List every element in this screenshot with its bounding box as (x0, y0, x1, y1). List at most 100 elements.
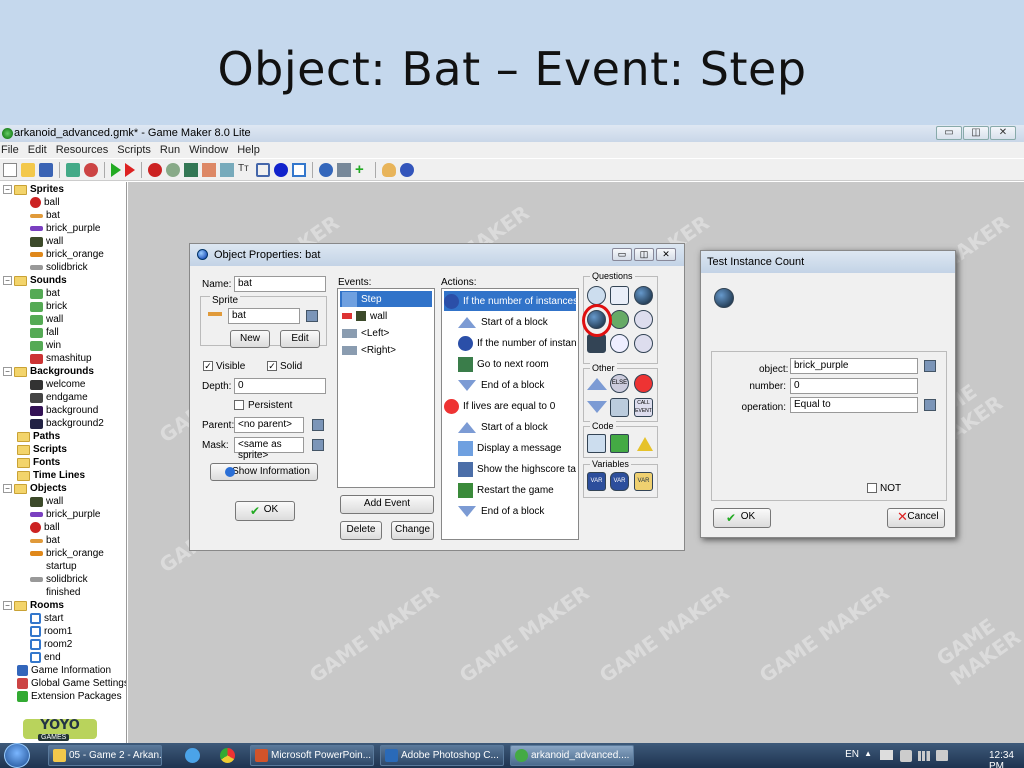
volume-icon[interactable] (936, 750, 948, 761)
maximize-button[interactable]: ◫ (963, 126, 989, 140)
keyboard-icon[interactable] (880, 750, 893, 760)
tree-item[interactable]: solidbrick (30, 573, 88, 586)
cancel-button[interactable]: ✕ Cancel (887, 508, 945, 528)
sprite-menu-icon[interactable] (306, 310, 318, 322)
tree-folder-fonts[interactable]: Fonts (17, 456, 60, 469)
tree-item[interactable]: brick_purple (30, 508, 100, 521)
close-button[interactable]: ✕ (656, 248, 676, 261)
add-object-icon[interactable] (274, 162, 288, 177)
tree-folder-sounds[interactable]: − Sounds (3, 274, 67, 287)
task-game-maker[interactable]: arkanoid_advanced.... (510, 745, 634, 766)
add-script-icon[interactable] (220, 162, 234, 177)
sprite-select[interactable]: bat (228, 308, 300, 324)
menu-window[interactable]: Window (189, 142, 228, 158)
collapse-icon[interactable]: − (3, 484, 12, 493)
else-icon[interactable]: ELSE (610, 374, 629, 393)
edit-sprite-button[interactable]: Edit (280, 330, 320, 348)
menu-scripts[interactable]: Scripts (117, 142, 151, 158)
tree-item[interactable]: bat (30, 287, 60, 300)
check-mouse-icon[interactable] (610, 334, 629, 353)
end-block-icon[interactable] (587, 401, 607, 413)
publish-icon[interactable] (84, 162, 98, 177)
collapse-icon[interactable]: − (3, 367, 12, 376)
check-collision-icon[interactable] (610, 286, 629, 305)
action-row[interactable]: Show the highscore table (444, 459, 576, 479)
tree-item[interactable]: bat (30, 209, 60, 222)
help-icon[interactable] (400, 162, 414, 177)
event-key-right[interactable]: <Right> (340, 342, 432, 358)
show-hidden-icons-icon[interactable]: ▲ (864, 749, 872, 758)
minimize-button[interactable]: ▭ (936, 126, 962, 140)
tree-item[interactable]: start (30, 612, 63, 625)
event-key-left[interactable]: <Left> (340, 325, 432, 341)
tree-item[interactable]: wall (30, 313, 63, 326)
execute-script-icon[interactable] (610, 434, 629, 453)
action-row[interactable]: Go to next room (444, 354, 576, 374)
run-icon[interactable] (111, 162, 121, 177)
tree-folder-rooms[interactable]: − Rooms (3, 599, 64, 612)
mask-menu-icon[interactable] (312, 439, 324, 451)
add-room-icon[interactable] (292, 162, 306, 177)
warning-icon[interactable] (637, 437, 653, 451)
depth-input[interactable]: 0 (234, 378, 326, 394)
number-input[interactable]: 0 (790, 378, 918, 394)
add-event-button[interactable]: Add Event (340, 495, 434, 514)
draw-variable-icon[interactable]: VAR (634, 472, 653, 491)
add-sprite-icon[interactable] (148, 162, 162, 177)
menu-help[interactable]: Help (237, 142, 260, 158)
check-object-icon[interactable] (634, 286, 653, 305)
delete-event-button[interactable]: Delete (340, 521, 382, 540)
maximize-button[interactable]: ◫ (634, 248, 654, 261)
add-path-icon[interactable] (202, 162, 216, 177)
network-icon[interactable] (918, 751, 930, 761)
tree-item[interactable]: bat (30, 534, 60, 547)
add-font-icon[interactable]: Tт (238, 163, 252, 177)
tree-item[interactable]: ball (30, 196, 60, 209)
debug-run-icon[interactable] (125, 162, 135, 177)
tree-item[interactable]: welcome (30, 378, 85, 391)
new-sprite-button[interactable]: New (230, 330, 270, 348)
menu-resources[interactable]: Resources (56, 142, 109, 158)
action-row[interactable]: Restart the game (444, 480, 576, 500)
tree-item[interactable]: smashitup (30, 352, 92, 365)
tree-folder-paths[interactable]: Paths (17, 430, 60, 443)
tree-item[interactable]: wall (30, 235, 63, 248)
ok-button[interactable]: ✔ OK (713, 508, 771, 528)
clock[interactable]: 12:34 PM (989, 750, 1014, 768)
global-settings-icon[interactable] (337, 162, 351, 177)
action-row[interactable]: Display a message (444, 438, 576, 458)
call-event-icon[interactable]: CALL EVENT (634, 398, 653, 417)
check-grid-icon[interactable] (634, 334, 653, 353)
tree-item[interactable]: background (30, 404, 98, 417)
object-menu-icon[interactable] (924, 360, 936, 372)
change-event-button[interactable]: Change (391, 521, 434, 540)
language-indicator[interactable]: EN (845, 749, 859, 760)
visible-checkbox[interactable]: ✓ (203, 361, 213, 371)
tree-folder-objects[interactable]: − Objects (3, 482, 67, 495)
show-information-button[interactable]: Show Information (210, 463, 318, 481)
tree-item[interactable]: finished (46, 586, 80, 599)
action-row[interactable]: End of a block (444, 501, 576, 521)
tree-item[interactable]: room1 (30, 625, 72, 638)
check-empty-icon[interactable] (587, 286, 606, 305)
tree-item[interactable]: endgame (30, 391, 88, 404)
tree-item[interactable]: brick (30, 300, 67, 313)
operation-select[interactable]: Equal to (790, 397, 918, 413)
device-icon[interactable] (900, 750, 912, 762)
action-row[interactable]: Start of a block (444, 417, 576, 437)
repeat-icon[interactable] (610, 398, 629, 417)
collapse-icon[interactable]: − (3, 601, 12, 610)
task-powerpoint-file[interactable]: 05 - Game 2 - Arkan... (48, 745, 162, 766)
advanced-mode-icon[interactable] (382, 162, 396, 177)
execute-code-icon[interactable] (587, 434, 606, 453)
check-question-icon[interactable] (634, 310, 653, 329)
extensions-icon[interactable]: + (355, 162, 369, 177)
action-row[interactable]: If the number of instances is (444, 291, 576, 311)
start-button[interactable] (4, 743, 30, 768)
not-checkbox[interactable] (867, 483, 877, 493)
tree-folder-backgrounds[interactable]: − Backgrounds (3, 365, 94, 378)
new-file-icon[interactable] (3, 162, 17, 177)
open-folder-icon[interactable] (21, 162, 35, 177)
tree-game-information[interactable]: Game Information (17, 664, 111, 677)
task-photoshop[interactable]: Adobe Photoshop C... (380, 745, 504, 766)
